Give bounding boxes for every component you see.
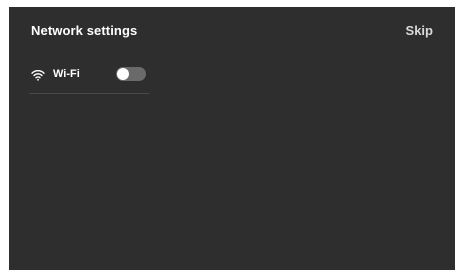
wifi-label: Wi-Fi [53,68,80,80]
wifi-icon [31,68,45,81]
wifi-setting-row[interactable]: Wi-Fi [29,63,149,94]
toggle-knob [117,68,129,80]
skip-button[interactable]: Skip [406,23,433,38]
wifi-toggle[interactable] [116,67,146,81]
network-settings-screen: Network settings Skip Wi-Fi [9,7,455,270]
page-title: Network settings [31,23,138,38]
